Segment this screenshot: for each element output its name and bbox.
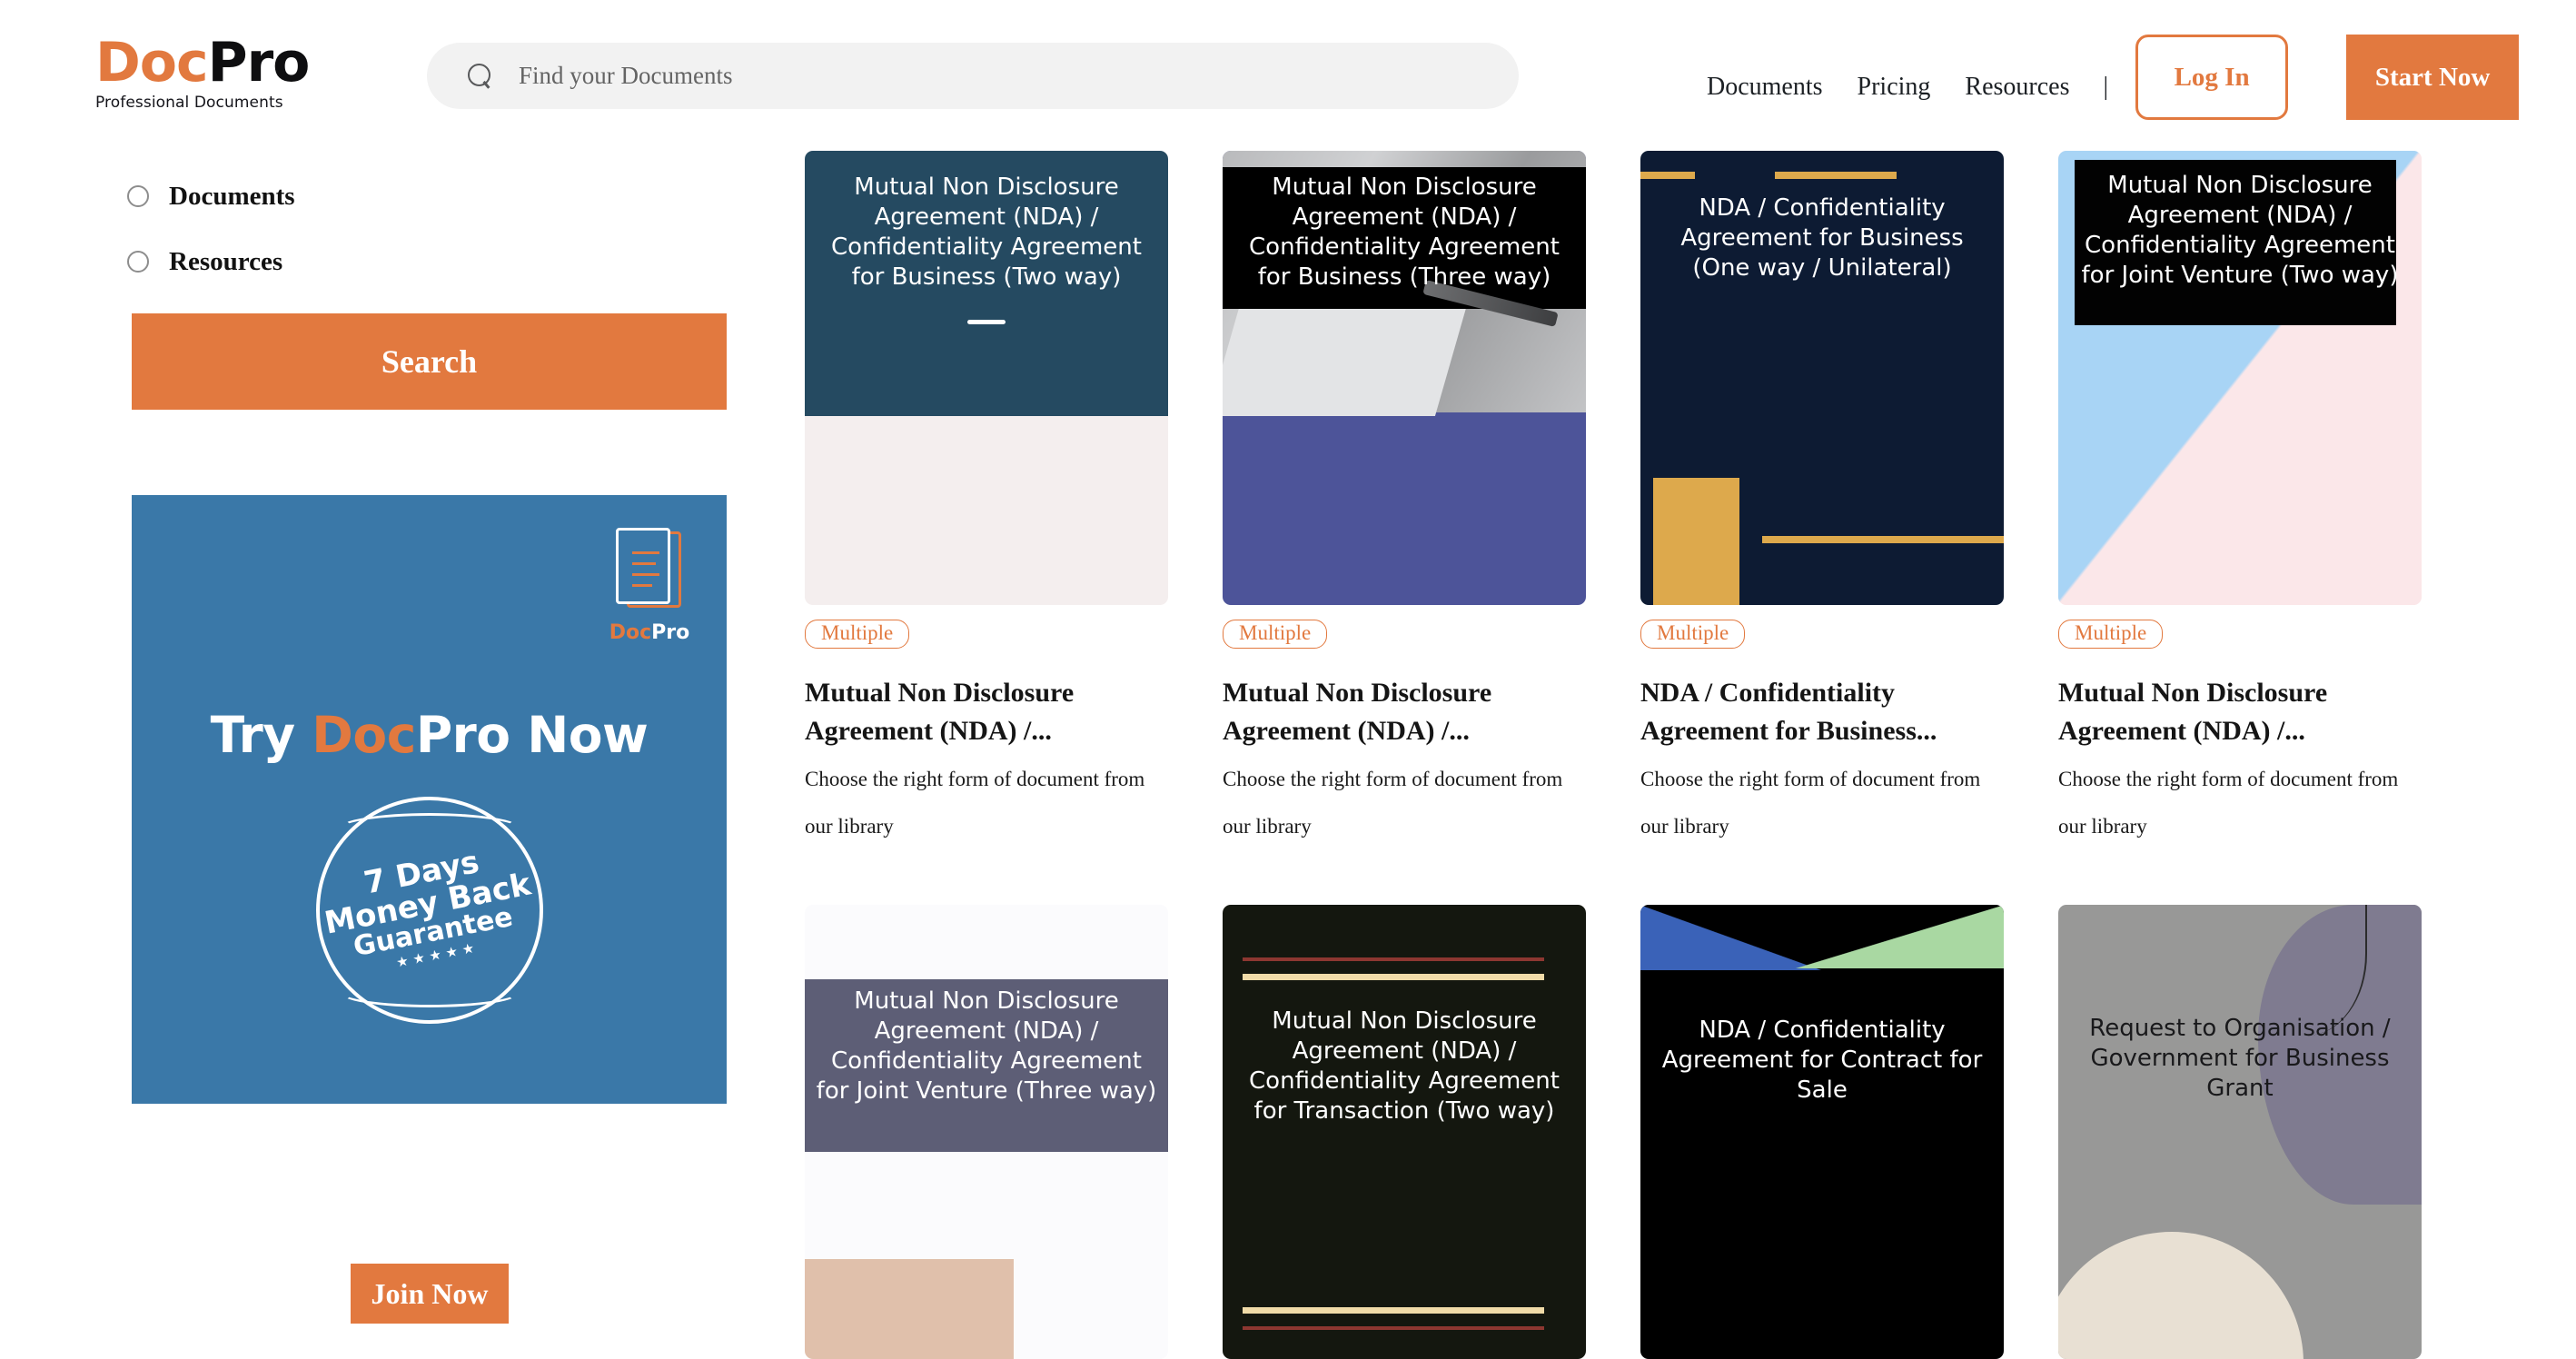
logo-tagline: Professional Documents (95, 94, 283, 112)
result-card: Mutual Non Disclosure Agreement (NDA) / … (805, 905, 1168, 1359)
promo-headline-pro: Pro (415, 706, 510, 764)
logo-wordmark: DocPro (95, 35, 332, 91)
nav-item-resources[interactable]: Resources (1947, 73, 2086, 102)
login-button[interactable]: Log In (2135, 35, 2289, 120)
filter-label-documents: Documents (169, 181, 295, 211)
main-navigation: Documents Pricing Resources | Log In Sta… (1689, 35, 2520, 120)
radio-icon-documents[interactable] (127, 185, 149, 207)
filter-option-resources[interactable]: Resources (0, 229, 781, 294)
logo-pro-text: Pro (207, 31, 311, 94)
stamp-arc-top-icon (338, 813, 520, 844)
promo-banner[interactable]: DocPro Try DocPro Now 7 Days Money Back … (132, 495, 727, 1104)
result-card: Mutual Non Disclosure Agreement (NDA) / … (2058, 151, 2422, 850)
thumbnail-title: Mutual Non Disclosure Agreement (NDA) / … (1249, 174, 1560, 291)
thumbnail-title: Mutual Non Disclosure Agreement (NDA) / … (831, 174, 1142, 291)
promo-logo: DocPro (599, 528, 699, 644)
filter-label-resources: Resources (169, 246, 283, 276)
promo-headline: Try DocPro Now (132, 706, 727, 764)
thumbnail-title: NDA / Confidentiality Agreement for Busi… (1680, 194, 1964, 282)
document-thumbnail[interactable]: Mutual Non Disclosure Agreement (NDA) / … (805, 151, 1168, 605)
thumbnail-title: Request to Organisation / Government for… (2089, 1015, 2391, 1102)
result-title[interactable]: Mutual Non Disclosure Agreement (NDA) /.… (805, 674, 1168, 750)
thumbnail-title: NDA / Confidentiality Agreement for Cont… (1661, 1017, 1983, 1104)
result-description: Choose the right form of document from o… (1640, 768, 1981, 838)
start-now-button[interactable]: Start Now (2346, 35, 2520, 120)
search-input[interactable] (519, 62, 1427, 90)
divider-dash-icon (967, 320, 1006, 324)
logo-doc-text: Doc (95, 31, 209, 94)
document-thumbnail[interactable]: Mutual Non Disclosure Agreement (NDA) / … (805, 905, 1168, 1359)
filter-option-documents[interactable]: Documents (0, 164, 781, 229)
status-badge[interactable]: Multiple (805, 620, 910, 649)
document-thumbnail[interactable]: Mutual Non Disclosure Agreement (NDA) / … (1223, 151, 1586, 605)
result-card: NDA / Confidentiality Agreement for Busi… (1640, 151, 2004, 850)
document-thumbnail[interactable]: Request to Organisation / Government for… (2058, 905, 2422, 1359)
result-description: Choose the right form of document from o… (805, 768, 1145, 838)
status-badge[interactable]: Multiple (1640, 620, 1746, 649)
result-title[interactable]: Mutual Non Disclosure Agreement (NDA) /.… (1223, 674, 1586, 750)
result-card: Mutual Non Disclosure Agreement (NDA) / … (1223, 905, 1586, 1359)
promo-headline-now: Now (510, 706, 649, 764)
result-description: Choose the right form of document from o… (1223, 768, 1563, 838)
nav-item-documents[interactable]: Documents (1689, 73, 1840, 102)
thumbnail-title: Mutual Non Disclosure Agreement (NDA) / … (1249, 1007, 1560, 1125)
document-icon (612, 528, 687, 615)
result-title[interactable]: Mutual Non Disclosure Agreement (NDA) /.… (2058, 674, 2422, 750)
search-results-grid: Mutual Non Disclosure Agreement (NDA) / … (805, 151, 2576, 1359)
promo-headline-try: Try (210, 706, 312, 764)
search-bar[interactable] (427, 43, 1519, 109)
result-card: Mutual Non Disclosure Agreement (NDA) / … (805, 151, 1168, 850)
promo-logo-doc: Doc (609, 621, 652, 644)
site-header: DocPro Professional Documents Documents … (0, 0, 2576, 141)
result-title[interactable]: NDA / Confidentiality Agreement for Busi… (1640, 674, 2004, 750)
money-back-guarantee-stamp: 7 Days Money Back Guarantee ★★★★★ (315, 797, 543, 1024)
document-thumbnail[interactable]: Mutual Non Disclosure Agreement (NDA) / … (2058, 151, 2422, 605)
document-thumbnail[interactable]: NDA / Confidentiality Agreement for Busi… (1640, 151, 2004, 605)
thumbnail-title: Mutual Non Disclosure Agreement (NDA) / … (816, 987, 1157, 1105)
site-logo[interactable]: DocPro Professional Documents (95, 35, 332, 112)
sidebar-search-button[interactable]: Search (132, 313, 727, 410)
result-card: Mutual Non Disclosure Agreement (NDA) / … (1223, 151, 1586, 850)
result-card: Request to Organisation / Government for… (2058, 905, 2422, 1359)
promo-headline-doc: Doc (312, 706, 416, 764)
nav-divider: | (2103, 73, 2109, 101)
nav-item-pricing[interactable]: Pricing (1840, 73, 1948, 102)
status-badge[interactable]: Multiple (2058, 620, 2164, 649)
result-card: NDA / Confidentiality Agreement for Cont… (1640, 905, 2004, 1359)
join-now-button[interactable]: Join Now (351, 1264, 509, 1324)
thumbnail-title: Mutual Non Disclosure Agreement (NDA) / … (2081, 172, 2399, 289)
status-badge[interactable]: Multiple (1223, 620, 1328, 649)
result-description: Choose the right form of document from o… (2058, 768, 2399, 838)
promo-logo-text: DocPro (599, 621, 699, 644)
document-thumbnail[interactable]: Mutual Non Disclosure Agreement (NDA) / … (1223, 905, 1586, 1359)
document-thumbnail[interactable]: NDA / Confidentiality Agreement for Cont… (1640, 905, 2004, 1359)
filter-sidebar: Documents Resources Search DocPro Try Do… (0, 141, 781, 1324)
promo-logo-pro: Pro (651, 621, 690, 644)
stamp-arc-bottom-icon (338, 977, 520, 1007)
radio-icon-resources[interactable] (127, 251, 149, 273)
search-icon (467, 63, 494, 90)
